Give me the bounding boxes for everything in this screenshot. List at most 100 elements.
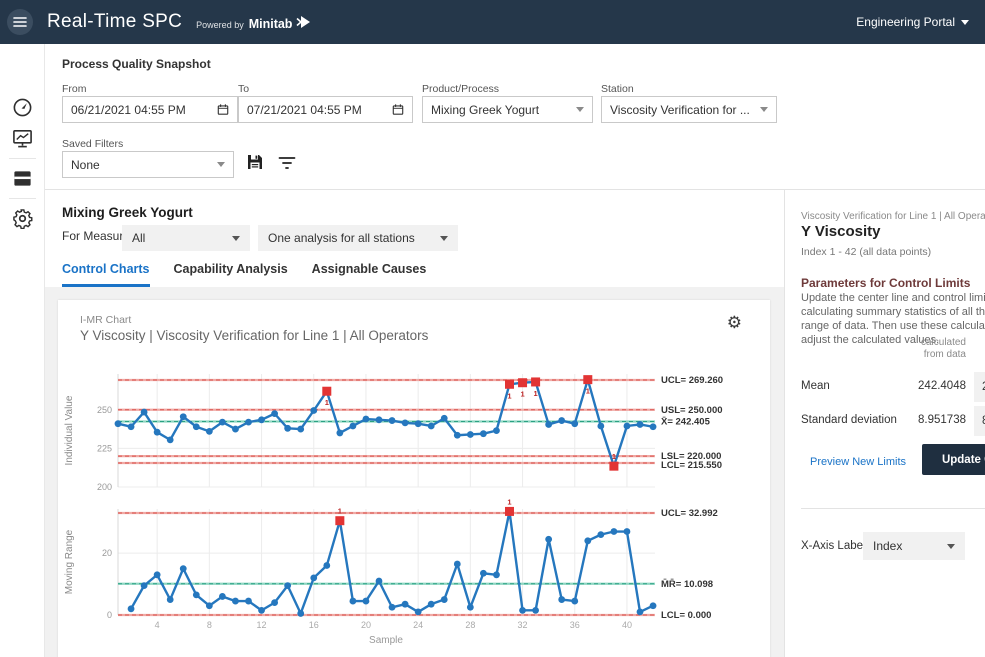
chart-settings-gear-icon[interactable]: ⚙ [727,314,742,331]
svg-text:Moving Range: Moving Range [64,529,75,594]
tab-bar: Control Charts Capability Analysis Assig… [62,262,426,287]
to-label: To [238,83,249,95]
save-icon[interactable] [245,152,265,172]
tab-assignable-causes[interactable]: Assignable Causes [312,262,427,287]
product-process-dropdown[interactable]: Mixing Greek Yogurt [422,96,593,123]
hamburger-menu-icon[interactable] [7,9,33,35]
chevron-down-icon [961,20,969,25]
svg-text:Individual Value: Individual Value [64,395,75,465]
process-title: Mixing Greek Yogurt [62,205,193,220]
svg-text:20: 20 [361,620,371,630]
x-axis-value: Index [873,539,947,553]
saved-filters-label: Saved Filters [62,138,123,150]
svg-text:12: 12 [257,620,267,630]
svg-text:LCL= 0.000: LCL= 0.000 [661,610,711,621]
tab-capability-analysis[interactable]: Capability Analysis [174,262,288,287]
svg-text:24: 24 [413,620,423,630]
station-value: Viscosity Verification for ... [610,103,760,117]
archive-box-icon[interactable] [12,168,33,189]
from-date-input[interactable] [71,103,217,117]
svg-text:200: 200 [97,482,112,492]
product-process-label: Product/Process [422,83,499,95]
chevron-down-icon [760,107,768,112]
svg-text:X̄= 242.405: X̄= 242.405 [661,416,711,427]
minitab-logo-icon [296,15,311,29]
calendar-icon[interactable] [217,103,229,116]
filter-section: Process Quality Snapshot From To Product… [45,44,985,190]
analysis-mode-value: One analysis for all stations [268,231,440,245]
powered-by: Powered by Minitab [196,14,311,31]
mean-label: Mean [801,380,830,392]
brand-name: Minitab [249,17,293,31]
svg-text:M̄R̄= 10.098: M̄R̄= 10.098 [661,579,713,590]
chart-type-label: I-MR Chart [80,314,131,326]
calculated-column-header: calculated from data [904,337,966,361]
portal-menu[interactable]: Engineering Portal [856,15,969,29]
top-header: Real-Time SPC Powered by Minitab Enginee… [0,0,985,44]
parameters-heading: Parameters for Control Limits [801,276,970,290]
sidebar-divider [9,158,36,159]
panel-subtitle: Viscosity Verification for Line 1 | All … [801,211,985,222]
svg-text:250: 250 [97,405,112,415]
saved-filters-dropdown[interactable]: None [62,151,234,178]
section-title: Process Quality Snapshot [62,57,211,71]
individuals-chart: 250 225 200 UCL= 269.260 USL= 250.000X̄= 242… [58,352,770,500]
svg-text:1: 1 [586,387,590,396]
moving-range-chart: 200UCL= 32.992M̄R̄= 10.098LCL= 0.0001148… [58,497,770,655]
calendar-icon[interactable] [392,103,404,116]
from-date-field[interactable] [62,96,238,123]
tab-control-charts[interactable]: Control Charts [62,262,150,287]
x-axis-dropdown[interactable]: Index [863,532,965,560]
chevron-down-icon [217,162,225,167]
svg-text:28: 28 [465,620,475,630]
powered-by-label: Powered by [196,20,244,30]
filter-icon[interactable] [277,153,297,173]
chevron-down-icon [232,236,240,241]
station-dropdown[interactable]: Viscosity Verification for ... [601,96,777,123]
chevron-down-icon [440,236,448,241]
stdev-calculated-value: 8.951738 [886,414,966,426]
chart-canvas-area: I-MR Chart Y Viscosity | Viscosity Verif… [45,287,784,657]
gauge-icon[interactable] [12,97,33,118]
index-range-label: Index 1 - 42 (all data points) [801,246,931,258]
svg-text:1: 1 [612,452,616,461]
svg-text:16: 16 [309,620,319,630]
svg-text:4: 4 [155,620,160,630]
control-limits-panel: Viscosity Verification for Line 1 | All … [786,190,985,657]
svg-text:UCL= 269.260: UCL= 269.260 [661,375,723,386]
app-title: Real-Time SPC [47,11,182,33]
stdev-label: Standard deviation [801,414,897,426]
to-date-field[interactable] [238,96,413,123]
saved-filters-value: None [71,158,217,172]
svg-text:UCL= 32.992: UCL= 32.992 [661,508,718,519]
monitor-chart-icon[interactable] [12,128,33,149]
analysis-section: Mixing Greek Yogurt For Measure: All One… [45,190,785,657]
chevron-down-icon [947,544,955,549]
panel-divider [801,508,985,509]
svg-text:USL= 250.000: USL= 250.000 [661,405,723,416]
svg-text:225: 225 [97,443,112,453]
sidebar [0,44,45,657]
update-control-limits-button[interactable]: Update Control Limits [922,444,985,475]
svg-text:Sample: Sample [369,635,403,646]
station-label: Station [601,83,634,95]
to-date-input[interactable] [247,103,392,117]
svg-text:32: 32 [518,620,528,630]
mean-calculated-value: 242.4048 [886,380,966,392]
chevron-down-icon [576,107,584,112]
gear-icon[interactable] [12,208,33,229]
x-axis-label: X-Axis Label: [801,540,869,552]
product-process-value: Mixing Greek Yogurt [431,103,576,117]
svg-text:1: 1 [338,507,342,516]
preview-new-limits-link[interactable]: Preview New Limits [801,456,906,468]
sidebar-divider [9,198,36,199]
stdev-input[interactable] [974,406,985,436]
analysis-mode-dropdown[interactable]: One analysis for all stations [258,225,458,251]
svg-text:20: 20 [102,548,112,558]
svg-text:1: 1 [507,497,511,506]
portal-label: Engineering Portal [856,15,955,29]
svg-text:LCL= 215.550: LCL= 215.550 [661,460,722,471]
measure-dropdown[interactable]: All [122,225,250,251]
mean-input[interactable] [974,372,985,402]
svg-text:36: 36 [570,620,580,630]
